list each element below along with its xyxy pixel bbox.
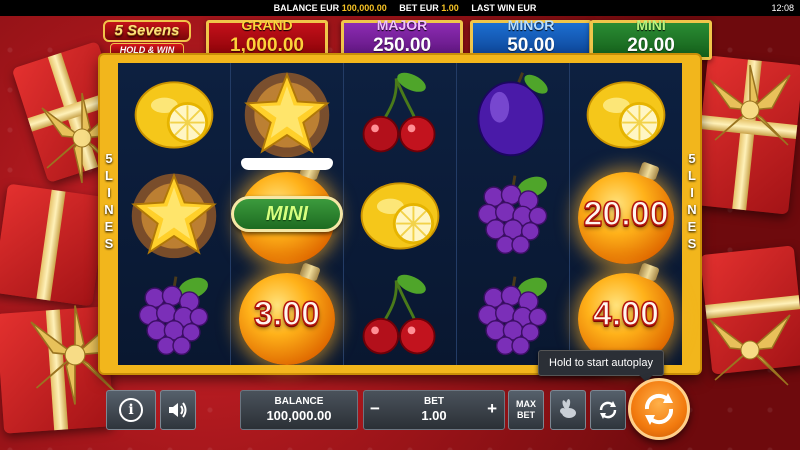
reel-5: 20.00 4.00 xyxy=(570,63,682,365)
spin-button[interactable] xyxy=(628,378,690,440)
game-logo: 5 Sevens HOLD & WIN xyxy=(103,20,191,60)
bet-label: BET xyxy=(424,396,444,407)
reel-cell: 20.00 xyxy=(570,161,682,265)
max-bet-label-line1: MAX xyxy=(516,399,536,409)
bet-panel: − BET 1.00 + xyxy=(363,390,505,430)
status-bar: BALANCE EUR 100,000.00 BET EUR 1.00 LAST… xyxy=(0,0,800,16)
status-bet-value: 1.00 xyxy=(441,3,459,13)
lemon-symbol xyxy=(352,166,448,262)
max-bet-button[interactable]: MAX BET xyxy=(508,390,544,430)
autoplay-icon xyxy=(599,401,617,419)
status-balance-label: BALANCE EUR xyxy=(273,3,340,13)
jackpot-major-label: MAJOR xyxy=(376,17,428,33)
bet-value: 1.00 xyxy=(421,408,447,423)
turbo-button[interactable] xyxy=(550,390,586,430)
plum-symbol xyxy=(465,65,561,161)
reel-cell xyxy=(344,63,456,164)
paylines-label-right: 5LINES xyxy=(687,151,697,251)
jackpot-major-value: 250.00 xyxy=(372,35,432,56)
max-bet-label-line2: BET xyxy=(517,410,535,420)
spin-icon xyxy=(644,393,674,425)
jackpot-grand-value: 1,000.00 xyxy=(230,35,304,56)
reel-1 xyxy=(118,63,231,365)
jackpot-mini-value: 20.00 xyxy=(627,35,675,56)
balance-value: 100,000.00 xyxy=(266,408,332,423)
gold-bow-decor xyxy=(709,314,791,386)
jackpot-grand: GRAND 1,000.00 xyxy=(206,17,328,60)
balance-panel: BALANCE 100,000.00 xyxy=(240,390,358,430)
reel-cell xyxy=(457,164,569,265)
cherry-symbol xyxy=(352,65,448,161)
bonus-value: 3.00 xyxy=(253,294,321,334)
balance-label: BALANCE xyxy=(274,396,324,407)
bet-decrease-button[interactable]: − xyxy=(370,399,380,419)
star-symbol xyxy=(126,166,222,262)
jackpot-mini: MINI 20.00 xyxy=(590,17,712,60)
reel-grid: MINI 3.00 20.00 4.00 xyxy=(118,63,682,365)
jackpot-mini-label: MINI xyxy=(636,17,666,33)
gold-bow-decor xyxy=(709,64,791,146)
info-button[interactable]: i xyxy=(106,390,156,430)
autoplay-tooltip: Hold to start autoplay xyxy=(538,350,664,382)
grapes-symbol xyxy=(465,267,561,363)
reel-cell xyxy=(344,264,456,365)
reel-cell: 3.00 xyxy=(231,262,343,365)
clock: 12:08 xyxy=(771,3,794,13)
jackpot-grand-label: GRAND xyxy=(241,17,293,33)
reel-cell xyxy=(118,63,230,164)
star-symbol xyxy=(239,65,335,161)
reel-4 xyxy=(457,63,570,365)
reel-cell xyxy=(457,63,569,164)
grapes-symbol xyxy=(465,166,561,262)
status-balance-value: 100,000.00 xyxy=(341,3,387,13)
autoplay-button[interactable] xyxy=(590,390,626,430)
reel-2: MINI 3.00 xyxy=(231,63,344,365)
bet-increase-button[interactable]: + xyxy=(487,399,497,419)
status-last-win-label: LAST WIN EUR xyxy=(471,3,537,13)
ornament-bonus-symbol: 3.00 xyxy=(231,262,343,365)
reel-cell xyxy=(118,264,230,365)
lemon-symbol xyxy=(578,65,674,161)
jackpot-minor-value: 50.00 xyxy=(507,35,555,56)
reel-cell xyxy=(231,63,343,164)
info-icon: i xyxy=(119,398,143,422)
cherry-symbol xyxy=(352,267,448,363)
status-bet-label: BET EUR xyxy=(399,3,439,13)
logo-title: 5 Sevens xyxy=(103,20,191,42)
ornament-bonus-symbol: MINI xyxy=(231,158,343,264)
lemon-symbol xyxy=(126,65,222,161)
reel-cell xyxy=(118,164,230,265)
bonus-value: 20.00 xyxy=(583,194,670,234)
reel-cell xyxy=(344,164,456,265)
ornament-bonus-symbol: 20.00 xyxy=(570,161,682,264)
bonus-value: 4.00 xyxy=(592,294,660,334)
gift-box-decor xyxy=(0,183,108,307)
sound-button[interactable] xyxy=(160,390,196,430)
reel-3 xyxy=(344,63,457,365)
paylines-label-left: 5LINES xyxy=(104,151,114,251)
mini-jackpot-badge: MINI xyxy=(231,196,343,232)
rabbit-icon xyxy=(560,399,576,418)
grapes-symbol xyxy=(126,267,222,363)
jackpot-minor-label: MINOR xyxy=(507,17,555,33)
jackpot-major: MAJOR 250.00 xyxy=(341,17,463,60)
jackpot-minor: MINOR 50.00 xyxy=(470,17,592,60)
reel-cell: MINI xyxy=(231,158,343,265)
speaker-icon xyxy=(169,402,187,418)
reel-cell xyxy=(570,63,682,164)
